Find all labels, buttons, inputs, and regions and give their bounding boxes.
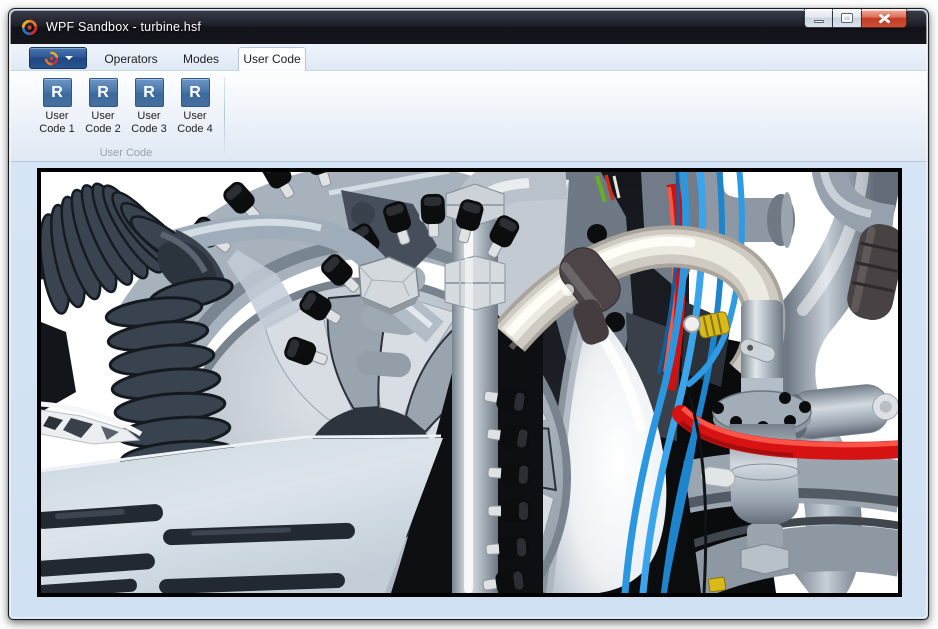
ribbon-tab-row: Operators Modes User Code — [10, 44, 927, 71]
user-code-1-icon: R — [43, 78, 72, 107]
minimize-button[interactable] — [804, 9, 833, 28]
user-code-3-icon: R — [135, 78, 164, 107]
tab-user-code[interactable]: User Code — [238, 47, 306, 72]
minimize-icon — [814, 20, 824, 23]
maximize-icon — [842, 14, 852, 22]
app-logo-icon — [21, 19, 38, 36]
group-label: User Code — [34, 147, 218, 159]
tab-operators[interactable]: Operators — [98, 48, 164, 71]
close-icon — [879, 14, 890, 23]
group-separator — [224, 77, 225, 154]
user-code-2-icon: R — [89, 78, 118, 107]
window-title: WPF Sandbox - turbine.hsf — [46, 20, 201, 34]
window-controls — [804, 9, 907, 28]
maximize-button[interactable] — [833, 9, 862, 28]
app-menu-swirl-icon — [44, 51, 59, 66]
application-menu-button[interactable] — [29, 47, 87, 69]
close-button[interactable] — [862, 9, 907, 28]
titlebar[interactable]: WPF Sandbox - turbine.hsf — [10, 10, 927, 44]
dropdown-caret-icon — [65, 56, 73, 60]
user-code-4-icon: R — [181, 78, 210, 107]
ribbon-body: R UserCode 1 R UserCode 2 R UserCode 3 R… — [10, 71, 927, 162]
app-window: WPF Sandbox - turbine.hsf Operators Mod — [8, 8, 929, 620]
user-code-2-button[interactable]: R UserCode 2 — [80, 78, 126, 136]
user-code-3-button[interactable]: R UserCode 3 — [126, 78, 172, 136]
ribbon-group-user-code: R UserCode 1 R UserCode 2 R UserCode 3 R… — [34, 71, 218, 162]
3d-viewport[interactable] — [37, 168, 902, 597]
turbine-render — [41, 172, 898, 593]
tab-modes[interactable]: Modes — [172, 48, 230, 71]
user-code-1-button[interactable]: R UserCode 1 — [34, 78, 80, 136]
user-code-4-button[interactable]: R UserCode 4 — [172, 78, 218, 136]
